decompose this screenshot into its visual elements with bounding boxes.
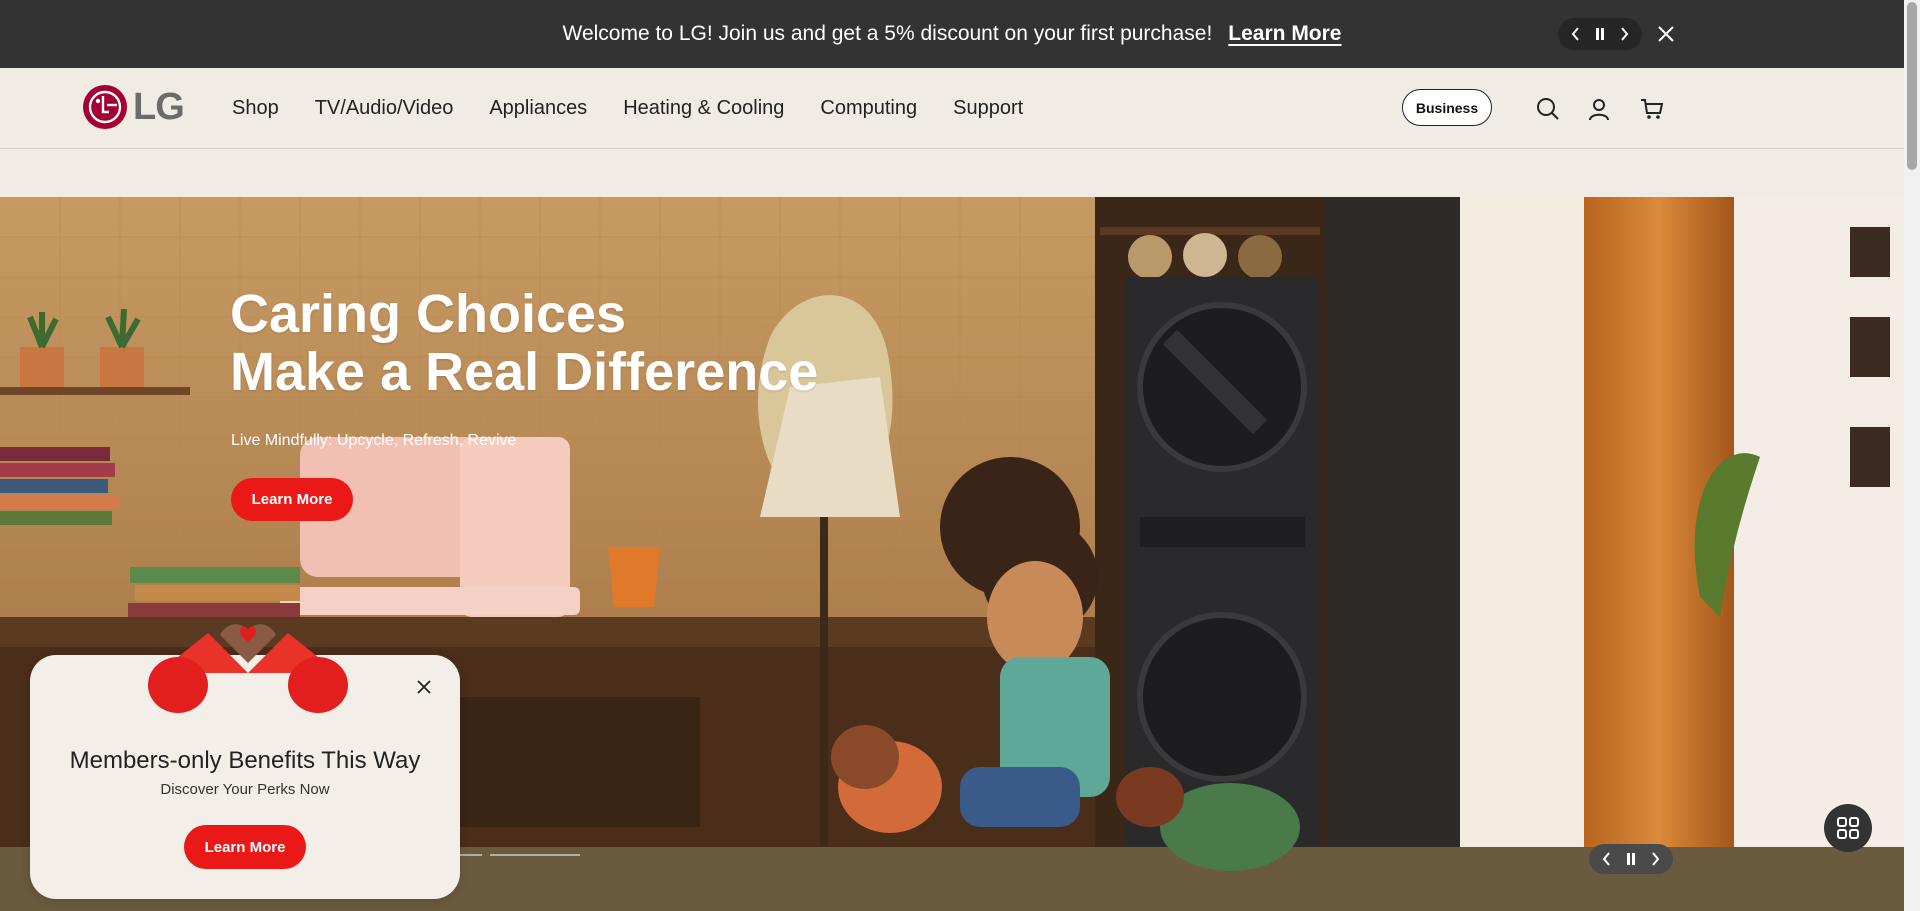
promo-learn-more-link[interactable]: Learn More (1228, 22, 1341, 46)
hero-pause-icon[interactable] (1621, 849, 1641, 869)
sub-navigation-bar (0, 149, 1904, 197)
nav-item-support[interactable]: Support (953, 97, 1023, 120)
search-icon[interactable] (1534, 95, 1562, 123)
promo-banner: Welcome to LG! Join us and get a 5% disc… (0, 0, 1904, 68)
main-nav: Shop TV/Audio/Video Appliances Heating &… (232, 68, 1023, 148)
popup-close-icon[interactable] (414, 677, 434, 697)
scrollbar-thumb[interactable] (1907, 2, 1917, 170)
nav-item-shop[interactable]: Shop (232, 97, 279, 120)
promo-message: Welcome to LG! Join us and get a 5% disc… (562, 22, 1213, 45)
hero-learn-more-button[interactable]: Learn More (231, 478, 353, 521)
hero-next-icon[interactable] (1645, 849, 1665, 869)
lg-logo[interactable]: LG (83, 85, 185, 129)
lg-logo-mark-icon (83, 85, 127, 129)
quick-menu-grid-button[interactable] (1824, 804, 1872, 852)
nav-item-appliances[interactable]: Appliances (489, 97, 587, 120)
promo-pause-icon[interactable] (1589, 23, 1611, 45)
hero-carousel-controls (1589, 844, 1673, 874)
business-button[interactable]: Business (1402, 89, 1492, 126)
hero-subtitle: Live Mindfully: Upcycle, Refresh, Revive (231, 432, 517, 449)
promo-prev-icon[interactable] (1565, 23, 1587, 45)
hero-title-line-2: Make a Real Difference (230, 342, 819, 402)
promo-close-icon[interactable] (1654, 20, 1678, 48)
page-scrollbar[interactable] (1904, 0, 1920, 911)
account-icon[interactable] (1585, 95, 1613, 123)
nav-item-heating-cooling[interactable]: Heating & Cooling (623, 97, 784, 120)
promo-carousel-controls (1558, 18, 1642, 50)
lg-logo-text: LG (133, 85, 185, 128)
promo-next-icon[interactable] (1613, 23, 1635, 45)
grid-icon (1837, 817, 1859, 839)
heart-hands-illustration (148, 624, 348, 713)
slide-indicator[interactable] (490, 854, 580, 856)
nav-item-tv-audio-video[interactable]: TV/Audio/Video (315, 97, 454, 120)
hero-title: Caring Choices Make a Real Difference (230, 285, 818, 401)
nav-item-computing[interactable]: Computing (820, 97, 917, 120)
popup-subtitle: Discover Your Perks Now (160, 781, 330, 798)
cart-icon[interactable] (1638, 95, 1666, 123)
members-benefits-popup: Members-only Benefits This Way Discover … (30, 624, 460, 899)
hero-title-line-1: Caring Choices (230, 284, 627, 344)
site-header: LG Shop TV/Audio/Video Appliances Heatin… (0, 68, 1904, 149)
hero-prev-icon[interactable] (1597, 849, 1617, 869)
popup-title: Members-only Benefits This Way (69, 747, 421, 774)
popup-learn-more-button[interactable]: Learn More (184, 825, 306, 869)
